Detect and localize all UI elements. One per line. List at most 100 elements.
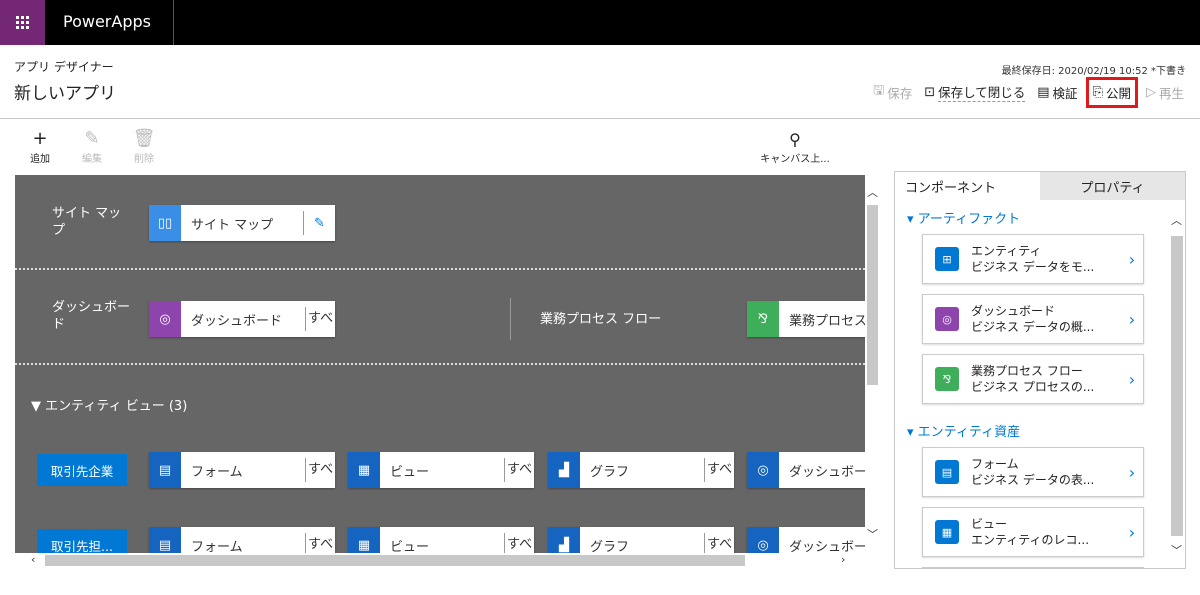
- publish-label: 公開: [1105, 85, 1131, 101]
- card-desc: ビジネス データの表...: [971, 473, 1095, 487]
- bpf-card[interactable]: ⅋ 業務プロセス フロー ビジネス プロセスの... ›: [922, 354, 1144, 404]
- delete-button[interactable]: 🗑 削除: [124, 128, 164, 165]
- dashboard-icon: ◎: [935, 307, 959, 331]
- trash-icon: 🗑: [132, 128, 156, 149]
- form-tile-subtext: すべ: [305, 533, 335, 553]
- form-icon: ▤: [935, 460, 959, 484]
- panel-scrollbar[interactable]: ︿ ﹀: [1168, 208, 1185, 566]
- edit-label: 編集: [82, 154, 102, 165]
- view-tile[interactable]: ▦ ビュー すべ: [348, 527, 534, 553]
- chart-icon: ▟: [548, 452, 580, 488]
- view-tile[interactable]: ▦ ビュー すべ: [348, 452, 534, 488]
- scrollbar-thumb[interactable]: [45, 555, 745, 566]
- entity-dashboard-tile[interactable]: ◎ ダッシュボー: [747, 452, 865, 488]
- scroll-up-icon[interactable]: ︿: [1171, 212, 1182, 228]
- artifacts-group-title: アーティファクト: [917, 212, 1021, 227]
- bpf-row-label: 業務プロセス フロー: [540, 312, 662, 327]
- entity-button[interactable]: 取引先企業: [37, 454, 127, 486]
- chart-tile[interactable]: ▟ グラフ すべ: [548, 452, 734, 488]
- publish-icon: ⎘: [1092, 84, 1103, 100]
- form-tile[interactable]: ▤ フォーム すべ: [149, 452, 335, 488]
- validate-button[interactable]: ▤ 検証: [1037, 83, 1077, 102]
- view-tile-label: ビュー: [390, 464, 430, 480]
- add-button[interactable]: + 追加: [20, 128, 60, 165]
- scroll-down-icon[interactable]: ﹀: [867, 526, 878, 542]
- publish-button[interactable]: ⎘ 公開: [1085, 76, 1138, 108]
- entity-icon: ⊞: [935, 247, 959, 271]
- command-bar: 🖫 保存 ⊡ 保存して閉じる ▤ 検証 ⎘ 公開 ▷ 再生: [873, 76, 1184, 108]
- scrollbar-thumb[interactable]: [1171, 236, 1183, 536]
- card-title: ダッシュボード: [971, 304, 1056, 318]
- entity-dashboard-tile[interactable]: ◎ ダッシュボー: [747, 527, 865, 553]
- entity-card[interactable]: ⊞ エンティティ ビジネス データをモ... ›: [922, 234, 1144, 284]
- bpf-tile[interactable]: ⅋ 業務プロセス: [747, 301, 865, 337]
- sitemap-row-label: サイト マップ: [52, 206, 122, 238]
- edit-button[interactable]: ✎ 編集: [72, 128, 112, 165]
- entity-button[interactable]: 取引先担...: [37, 529, 127, 553]
- dashboard-card[interactable]: ◎ ダッシュボード ビジネス データの概... ›: [922, 294, 1144, 344]
- view-tile-subtext: すべ: [504, 458, 534, 482]
- tab-properties[interactable]: プロパティ: [1040, 172, 1185, 200]
- save-status: 最終保存日: 2020/02/19 10:52 *下書き: [1001, 66, 1186, 77]
- card-title: フォーム: [971, 457, 1019, 471]
- chevron-right-icon: ›: [1128, 369, 1136, 389]
- chart-tile[interactable]: ▟ グラフ すべ: [548, 527, 734, 553]
- card-text: エンティティ ビジネス データをモ...: [971, 243, 1121, 275]
- card-text: フォーム ビジネス データの表...: [971, 456, 1121, 488]
- scroll-right-icon[interactable]: ›: [841, 553, 845, 566]
- save-and-close-button[interactable]: ⊡ 保存して閉じる: [924, 82, 1026, 102]
- play-icon: ▷: [1145, 84, 1156, 100]
- pencil-icon: ✎: [314, 215, 325, 231]
- edit-sitemap-button[interactable]: ✎: [303, 211, 335, 235]
- canvas-search-label: キャンバス上...: [760, 154, 830, 165]
- view-card[interactable]: ▦ ビュー エンティティのレコ... ›: [922, 507, 1144, 557]
- save-button[interactable]: 🖫 保存: [873, 81, 912, 103]
- play-button[interactable]: ▷ 再生: [1146, 83, 1184, 102]
- process-flow-icon: ⅋: [935, 367, 959, 391]
- card-text: ビュー エンティティのレコ...: [971, 516, 1121, 548]
- app-name[interactable]: PowerApps: [63, 12, 151, 31]
- entity-view-header[interactable]: ▼ エンティティ ビュー (3): [31, 395, 187, 414]
- entity-dashboard-tile-label: ダッシュボー: [789, 539, 865, 554]
- dashboard-tile[interactable]: ◎ ダッシュボード すべ: [149, 301, 335, 337]
- sitemap-tile-label: サイト マップ: [191, 217, 274, 233]
- chart-icon: ▟: [548, 527, 580, 553]
- form-icon: ▤: [149, 452, 181, 488]
- app-launcher-button[interactable]: [0, 0, 45, 45]
- designer-canvas[interactable]: サイト マップ ▯▯ サイト マップ ✎ ダッシュボード ◎ ダッシュボード す…: [15, 175, 865, 553]
- canvas-search-button[interactable]: ⚲ キャンバス上...: [750, 130, 840, 165]
- view-icon: ▦: [935, 520, 959, 544]
- save-label: 保存: [887, 85, 913, 101]
- canvas-horizontal-scrollbar[interactable]: ‹ ›: [15, 553, 865, 568]
- form-tile[interactable]: ▤ フォーム すべ: [149, 527, 335, 553]
- save-close-icon: ⊡: [924, 84, 936, 100]
- dashboard-icon: ◎: [747, 452, 779, 488]
- artifacts-group-header[interactable]: ▾ アーティファクト: [907, 208, 1020, 227]
- entity-assets-group-header[interactable]: ▾ エンティティ資産: [907, 421, 1020, 440]
- form-card[interactable]: ▤ フォーム ビジネス データの表... ›: [922, 447, 1144, 497]
- scroll-up-icon[interactable]: ︿: [867, 184, 878, 200]
- validate-label: 検証: [1052, 85, 1078, 101]
- view-icon: ▦: [348, 527, 380, 553]
- tab-components[interactable]: コンポーネント: [895, 172, 1040, 200]
- card-title: ビュー: [971, 517, 1008, 531]
- chevron-right-icon: ›: [1128, 249, 1136, 269]
- canvas-vertical-scrollbar[interactable]: ︿ ﹀: [865, 180, 880, 553]
- row-divider: [15, 363, 865, 365]
- entity-assets-group-title: エンティティ資産: [917, 425, 1021, 440]
- next-card[interactable]: [922, 567, 1144, 568]
- scrollbar-thumb[interactable]: [867, 205, 878, 385]
- save-icon: 🖫: [873, 83, 885, 98]
- save-close-label: 保存して閉じる: [938, 82, 1026, 102]
- scroll-left-icon[interactable]: ‹: [31, 553, 35, 566]
- app-title: 新しいアプリ: [14, 84, 116, 104]
- designer-label: アプリ デザイナー: [14, 60, 114, 74]
- search-icon: ⚲: [789, 130, 801, 149]
- card-title: エンティティ: [971, 244, 1042, 258]
- card-text: 業務プロセス フロー ビジネス プロセスの...: [971, 363, 1121, 395]
- waffle-icon: [16, 16, 29, 29]
- sitemap-tile[interactable]: ▯▯ サイト マップ ✎: [149, 205, 335, 241]
- scroll-down-icon[interactable]: ﹀: [1171, 542, 1182, 558]
- map-icon: ▯▯: [149, 205, 181, 241]
- designer-toolbar: + 追加 ✎ 編集 🗑 削除 ⚲ キャンバス上...: [0, 120, 1200, 172]
